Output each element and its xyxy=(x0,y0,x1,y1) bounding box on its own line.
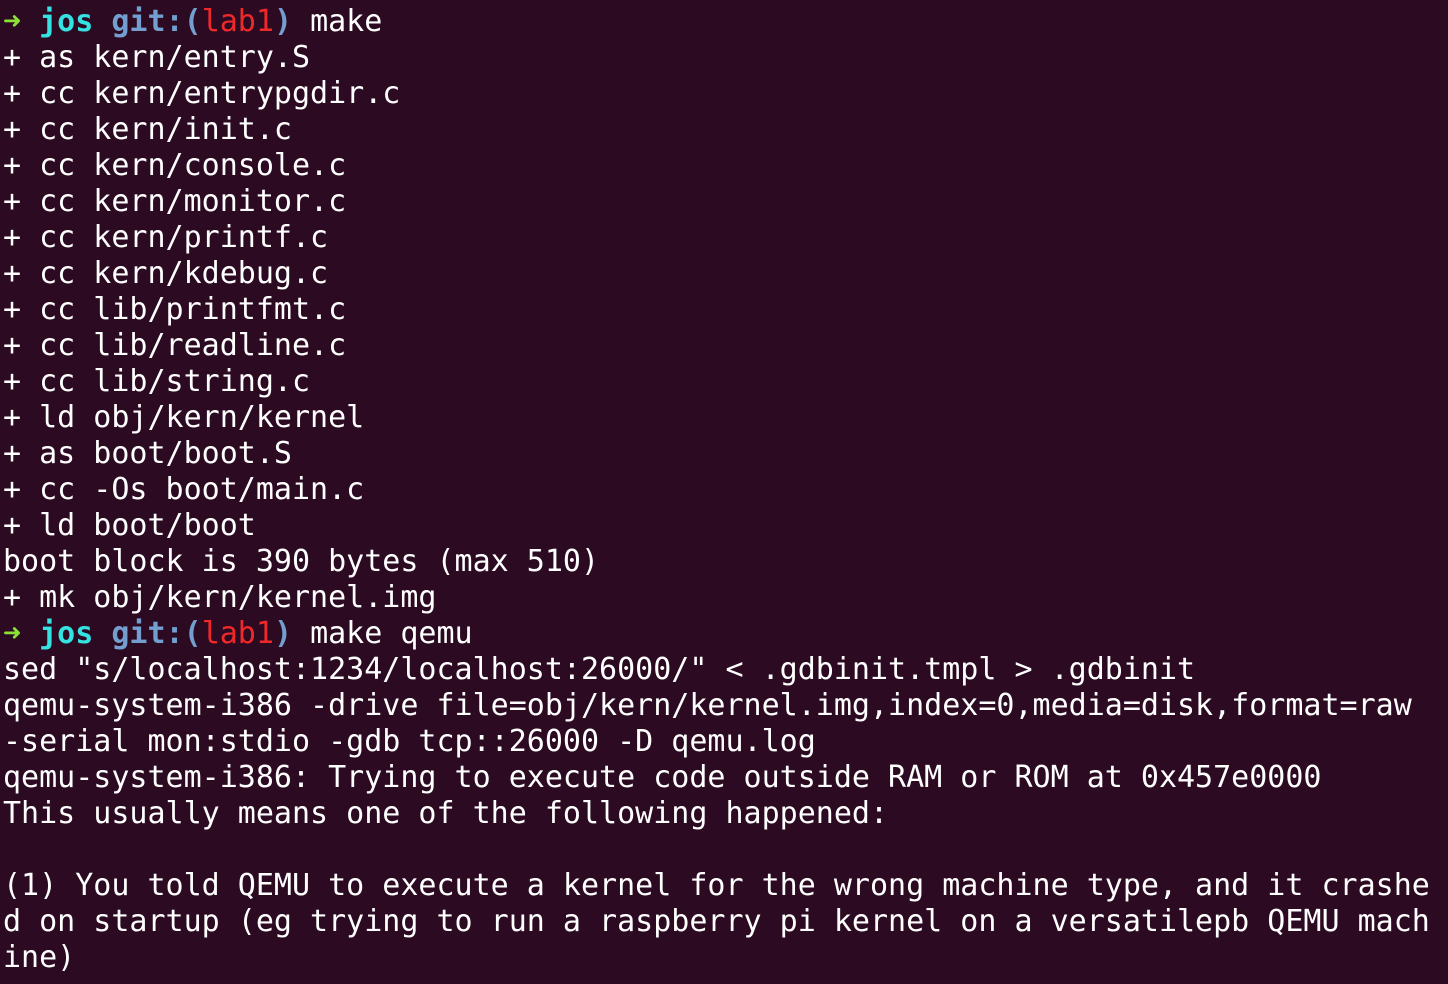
output-line: + cc -Os boot/main.c xyxy=(3,472,365,507)
output-line: qemu-system-i386: Trying to execute code… xyxy=(3,760,1322,795)
output-line: + cc kern/kdebug.c xyxy=(3,256,329,291)
output-line: -serial mon:stdio -gdb tcp::26000 -D qem… xyxy=(3,724,816,759)
prompt-git-label: git:( xyxy=(111,616,202,651)
output-line: + cc kern/printf.c xyxy=(3,220,329,255)
output-line: + as boot/boot.S xyxy=(3,436,292,471)
output-line: + cc kern/console.c xyxy=(3,148,347,183)
output-line: + cc kern/init.c xyxy=(3,112,292,147)
prompt-command: make xyxy=(310,4,383,39)
output-line: + cc lib/string.c xyxy=(3,364,311,399)
prompt-arrow-icon: ➜ xyxy=(3,4,22,39)
prompt-line: ➜ jos git:(lab1) make xyxy=(3,4,1448,40)
terminal-window[interactable]: ➜ jos git:(lab1) make + as kern/entry.S … xyxy=(0,0,1448,984)
prompt-git-branch: lab1 xyxy=(201,616,274,651)
output-line: d on startup (eg trying to run a raspber… xyxy=(3,904,1430,939)
output-line: boot block is 390 bytes (max 510) xyxy=(3,544,600,579)
output-line: + cc kern/entrypgdir.c xyxy=(3,76,401,111)
output-line: + ld obj/kern/kernel xyxy=(3,400,365,435)
output-line: + cc lib/readline.c xyxy=(3,328,347,363)
prompt-line: ➜ jos git:(lab1) make qemu xyxy=(3,616,1448,652)
output-line: sed "s/localhost:1234/localhost:26000/" … xyxy=(3,652,1196,687)
terminal-output: ➜ jos git:(lab1) make + as kern/entry.S … xyxy=(3,4,1448,976)
output-line: This usually means one of the following … xyxy=(3,796,889,831)
prompt-git-close: ) xyxy=(273,4,292,39)
output-line: + mk obj/kern/kernel.img xyxy=(3,580,437,615)
output-line: + as kern/entry.S xyxy=(3,40,311,75)
output-line: (1) You told QEMU to execute a kernel fo… xyxy=(3,868,1430,903)
prompt-git-close: ) xyxy=(273,616,292,651)
output-line: + ld boot/boot xyxy=(3,508,256,543)
prompt-git-label: git:( xyxy=(111,4,202,39)
prompt-command: make qemu xyxy=(310,616,473,651)
prompt-directory: jos xyxy=(39,4,94,39)
prompt-git-branch: lab1 xyxy=(201,4,274,39)
output-line: + cc lib/printfmt.c xyxy=(3,292,347,327)
output-line: ine) xyxy=(3,940,76,975)
prompt-arrow-icon: ➜ xyxy=(3,616,22,651)
output-line: + cc kern/monitor.c xyxy=(3,184,347,219)
prompt-directory: jos xyxy=(39,616,94,651)
output-line: qemu-system-i386 -drive file=obj/kern/ke… xyxy=(3,688,1412,723)
